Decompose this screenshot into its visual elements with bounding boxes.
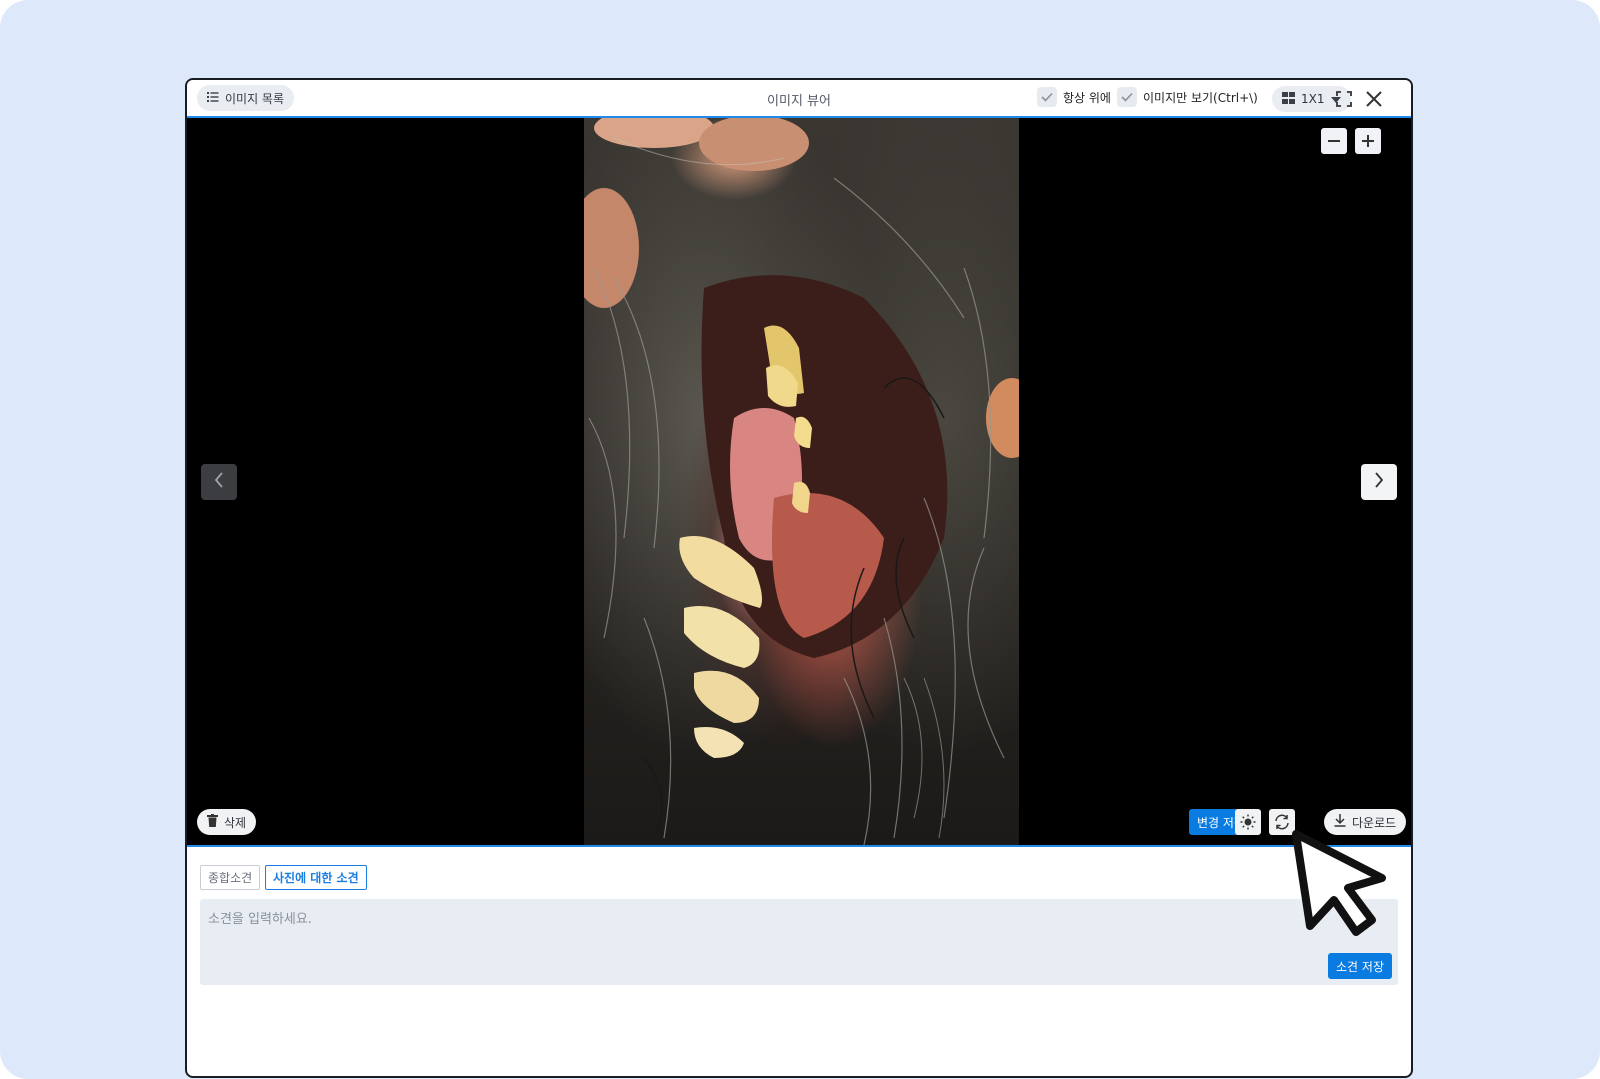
image-viewer-window: 이미지 목록 이미지 뷰어 항상 위에 이미지만 보기(Ctrl+\) 1X1 … <box>185 78 1413 1078</box>
delete-label: 삭제 <box>224 815 247 830</box>
layout-value: 1X1 <box>1301 92 1325 106</box>
delete-button[interactable]: 삭제 <box>197 809 257 835</box>
background-frame: 이미지 목록 이미지 뷰어 항상 위에 이미지만 보기(Ctrl+\) 1X1 … <box>0 0 1600 1079</box>
notes-textarea[interactable]: 소견을 입력하세요. 소견 저장 <box>200 899 1398 985</box>
grid-icon <box>1282 91 1295 107</box>
next-image-button[interactable] <box>1361 464 1397 500</box>
notes-panel: 종합소견 사진에 대한 소견 소견을 입력하세요. 소견 저장 <box>187 847 1411 1076</box>
header-bar: 이미지 목록 이미지 뷰어 항상 위에 이미지만 보기(Ctrl+\) 1X1 <box>187 80 1411 118</box>
zoom-in-icon[interactable] <box>1355 128 1381 154</box>
check-icon <box>1117 87 1137 107</box>
chevron-left-icon <box>214 472 224 492</box>
image-only-label: 이미지만 보기(Ctrl+\) <box>1143 90 1258 105</box>
check-icon <box>1037 87 1057 107</box>
cursor-pointer <box>1290 828 1400 942</box>
zoom-out-icon[interactable] <box>1321 128 1347 154</box>
save-notes-button[interactable]: 소견 저장 <box>1328 953 1392 979</box>
always-on-top-toggle[interactable]: 항상 위에 <box>1037 87 1111 107</box>
image-viewport[interactable]: 삭제 변경 저장 다운로드 <box>187 118 1411 847</box>
trash-icon <box>207 814 218 830</box>
tab-summary-notes[interactable]: 종합소견 <box>200 865 261 890</box>
brightness-icon[interactable] <box>1235 809 1261 835</box>
image-only-toggle[interactable]: 이미지만 보기(Ctrl+\) <box>1117 87 1258 107</box>
previous-image-button[interactable] <box>201 464 237 500</box>
chevron-right-icon <box>1374 472 1384 492</box>
always-on-top-label: 항상 위에 <box>1063 90 1111 105</box>
notes-placeholder: 소견을 입력하세요. <box>208 912 312 927</box>
dental-photo <box>584 118 1019 845</box>
fullscreen-icon[interactable] <box>1333 88 1355 110</box>
tab-photo-notes[interactable]: 사진에 대한 소견 <box>265 865 367 890</box>
close-icon[interactable] <box>1363 88 1385 110</box>
